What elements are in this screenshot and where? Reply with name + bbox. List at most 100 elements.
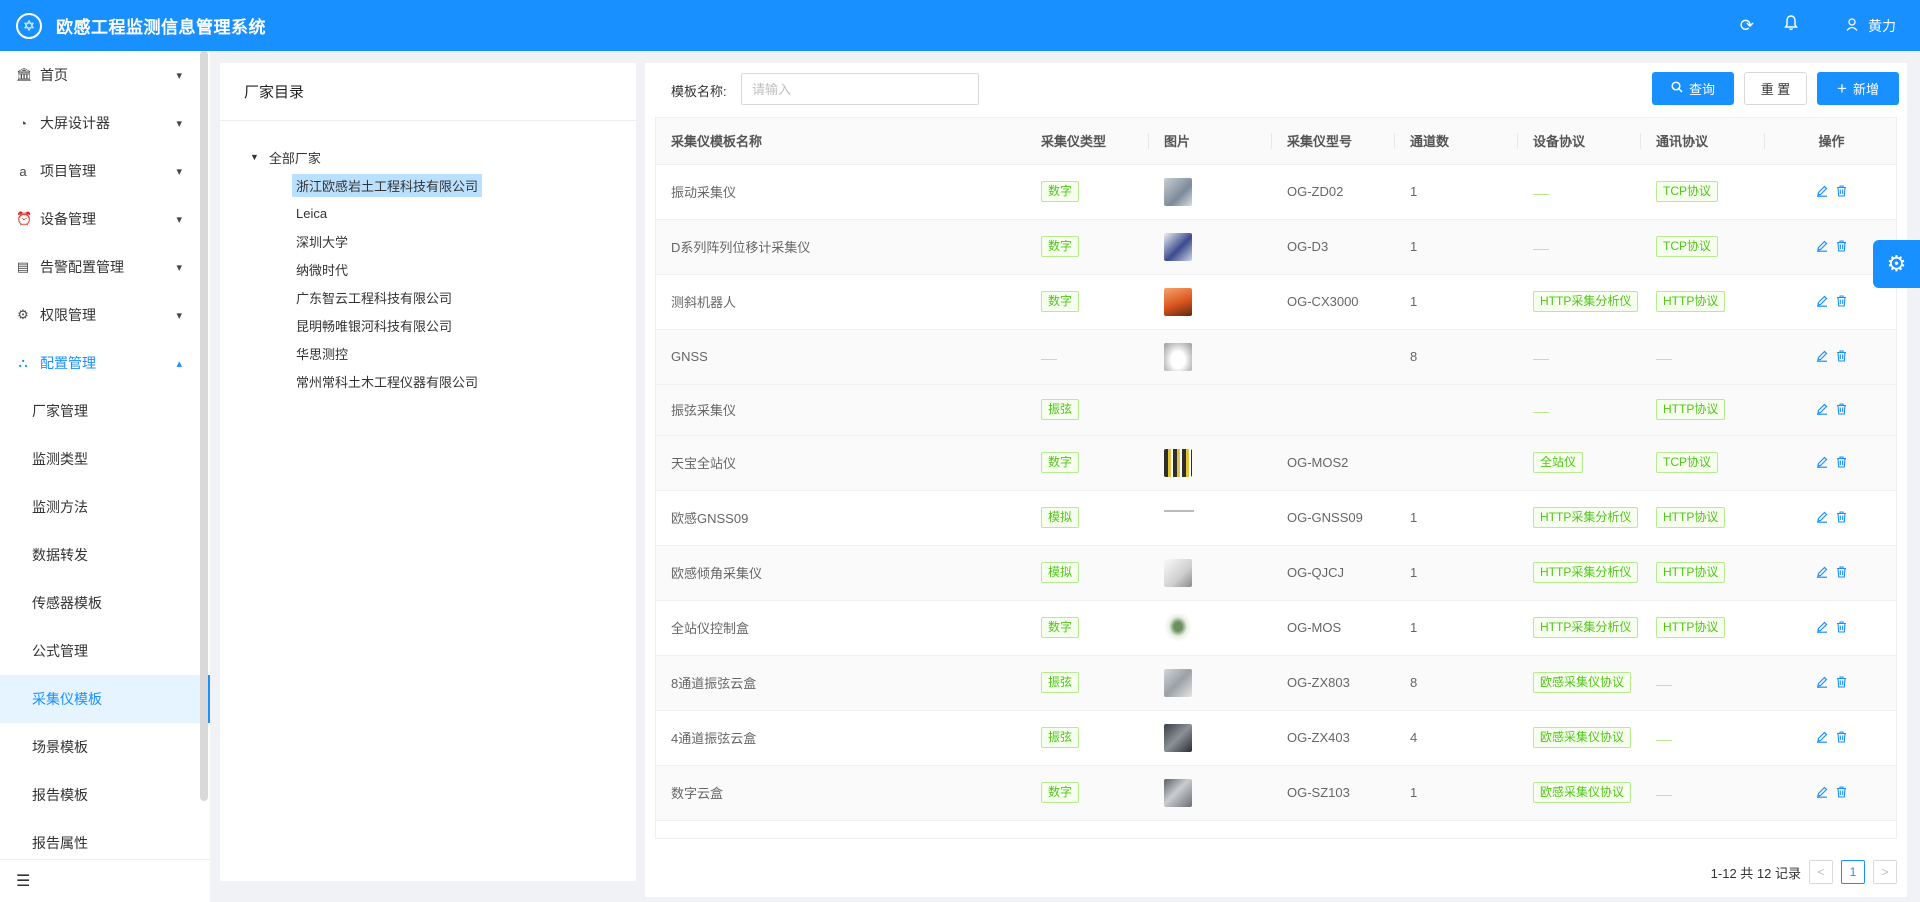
menu-item-permission[interactable]: ⚙ 权限管理 ▾ — [0, 291, 210, 339]
device-thumbnail[interactable] — [1164, 668, 1192, 697]
edit-icon[interactable] — [1816, 294, 1828, 310]
menu-fold-icon[interactable]: ☰ — [0, 859, 210, 902]
bell-icon[interactable] — [1784, 15, 1798, 36]
edit-icon[interactable] — [1816, 402, 1828, 418]
settings-gear-icon[interactable]: ⚙ — [1873, 240, 1920, 288]
edit-icon[interactable] — [1816, 785, 1828, 801]
sidebar-item-sensor-template[interactable]: 传感器模板 — [0, 579, 210, 627]
tree-node[interactable]: 浙江欧感岩土工程科技有限公司 — [250, 171, 636, 199]
delete-icon[interactable] — [1836, 785, 1847, 801]
tree-node[interactable]: 广东智云工程科技有限公司 — [250, 283, 636, 311]
table-row[interactable]: 全站仪控制盒 数字 OG-MOS 1 HTTP采集分析仪 HTTP协议 — [656, 600, 1896, 656]
table-row[interactable]: 天宝全站仪 数字 OG-MOS2 全站仪 TCP协议 — [656, 435, 1896, 491]
tree-node[interactable]: 华思测控 — [250, 339, 636, 367]
device-thumbnail[interactable] — [1164, 723, 1192, 752]
sidebar-item-formula[interactable]: 公式管理 — [0, 627, 210, 675]
table-cell — [1149, 600, 1272, 656]
table-row[interactable]: 4通道振弦云盒 振弦 OG-ZX403 4 欧感采集仪协议 — [656, 710, 1896, 766]
table-row[interactable]: 测斜机器人 数字 OG-CX3000 1 HTTP采集分析仪 HTTP协议 — [656, 274, 1896, 330]
table-row[interactable]: 振弦采集仪 振弦 HTTP协议 — [656, 384, 1896, 436]
next-page-button[interactable]: > — [1873, 860, 1897, 884]
device-thumbnail[interactable] — [1164, 342, 1192, 371]
menu-item-config[interactable]: ⛬ 配置管理 ▴ — [0, 339, 210, 387]
device-thumbnail[interactable] — [1164, 613, 1192, 642]
query-button[interactable]: 查询 — [1652, 72, 1734, 105]
edit-icon[interactable] — [1816, 675, 1828, 691]
edit-icon[interactable] — [1816, 510, 1828, 526]
delete-icon[interactable] — [1836, 239, 1847, 255]
device-thumbnail[interactable] — [1164, 509, 1194, 512]
sidebar-item-report-attribute[interactable]: 报告属性 — [0, 819, 210, 859]
status-tag: 数字 — [1041, 617, 1080, 638]
menu-item-screen-designer[interactable]: ◔ 大屏设计器 ▾ — [0, 99, 210, 147]
caret-down-icon[interactable]: ▼ — [250, 152, 259, 162]
cell-text: 欧感倾角采集仪 — [671, 566, 763, 581]
tree-node[interactable]: Leica — [250, 199, 636, 227]
table-row[interactable]: 数字云盒 数字 OG-SZ103 1 欧感采集仪协议 — [656, 765, 1896, 821]
sidebar-item-monitor-type[interactable]: 监测类型 — [0, 435, 210, 483]
status-tag: HTTP协议 — [1656, 507, 1726, 528]
delete-icon[interactable] — [1836, 349, 1847, 365]
delete-icon[interactable] — [1836, 184, 1847, 200]
device-thumbnail[interactable] — [1164, 558, 1192, 587]
tree-node[interactable]: 常州常科土木工程仪器有限公司 — [250, 367, 636, 395]
device-thumbnail[interactable] — [1164, 287, 1192, 316]
sidebar-item-report-template[interactable]: 报告模板 — [0, 771, 210, 819]
table-cell: 全站仪 — [1518, 435, 1641, 491]
delete-icon[interactable] — [1836, 402, 1847, 418]
device-thumbnail[interactable] — [1164, 448, 1192, 477]
search-label: 模板名称: — [671, 84, 727, 99]
cell-text: 1 — [1410, 620, 1418, 635]
device-thumbnail[interactable] — [1164, 778, 1192, 807]
menu-item-alert-config[interactable]: ▤ 告警配置管理 ▾ — [0, 243, 210, 291]
edit-icon[interactable] — [1816, 565, 1828, 581]
tree-node[interactable]: 昆明畅唯银河科技有限公司 — [250, 311, 636, 339]
tree-node[interactable]: 纳微时代 — [250, 255, 636, 283]
add-button[interactable]: + 新增 — [1817, 72, 1899, 105]
reset-button[interactable]: 重 置 — [1744, 72, 1807, 105]
dashboard-icon: ◔ — [19, 115, 27, 131]
edit-icon[interactable] — [1816, 455, 1828, 471]
edit-icon[interactable] — [1816, 184, 1828, 200]
tree-root[interactable]: ▼ 全部厂家 — [250, 143, 636, 171]
prev-page-button[interactable]: < — [1809, 860, 1833, 884]
tree-node[interactable]: 深圳大学 — [250, 227, 636, 255]
table-row[interactable]: 欧感倾角采集仪 模拟 OG-QJCJ 1 HTTP采集分析仪 HTTP协议 — [656, 545, 1896, 601]
user-menu[interactable]: 黄力 — [1846, 16, 1896, 36]
delete-icon[interactable] — [1836, 620, 1847, 636]
menu-item-project[interactable]: a 项目管理 ▾ — [0, 147, 210, 195]
refresh-icon[interactable]: ⟳ — [1740, 16, 1754, 36]
table-cell — [1518, 384, 1641, 436]
delete-icon[interactable] — [1836, 294, 1847, 310]
delete-icon[interactable] — [1836, 730, 1847, 746]
menu-item-home[interactable]: 🏛 首页 ▾ — [0, 51, 210, 99]
table-row[interactable]: 欧感GNSS09 模拟 OG-GNSS09 1 HTTP采集分析仪 HTTP协议 — [656, 490, 1896, 546]
sidebar-item-manufacturer[interactable]: 厂家管理 — [0, 387, 210, 435]
delete-icon[interactable] — [1836, 675, 1847, 691]
table-row[interactable]: GNSS 8 — [656, 329, 1896, 385]
table-cell — [1765, 490, 1896, 546]
table-row[interactable]: D系列阵列位移计采集仪 数字 OG-D3 1 TCP协议 — [656, 219, 1896, 275]
menu-item-device[interactable]: ⏰ 设备管理 ▾ — [0, 195, 210, 243]
table-row[interactable]: 振动采集仪 数字 OG-ZD02 1 TCP协议 — [656, 164, 1896, 220]
sidebar-item-monitor-method[interactable]: 监测方法 — [0, 483, 210, 531]
edit-icon[interactable] — [1816, 349, 1828, 365]
sidebar-item-scene-template[interactable]: 场景模板 — [0, 723, 210, 771]
sidebar-item-data-forward[interactable]: 数据转发 — [0, 531, 210, 579]
edit-icon[interactable] — [1816, 620, 1828, 636]
sidebar-item-collector-template[interactable]: 采集仪模板 — [0, 675, 210, 723]
device-thumbnail[interactable] — [1164, 177, 1192, 206]
edit-icon[interactable] — [1816, 730, 1828, 746]
template-name-input[interactable] — [741, 73, 979, 105]
delete-icon[interactable] — [1836, 510, 1847, 526]
cell-text: 1 — [1410, 184, 1418, 199]
table-row[interactable]: 8通道振弦云盒 振弦 OG-ZX803 8 欧感采集仪协议 — [656, 655, 1896, 711]
delete-icon[interactable] — [1836, 565, 1847, 581]
device-thumbnail[interactable] — [1164, 232, 1192, 261]
chevron-down-icon: ▾ — [176, 165, 182, 178]
bank-icon: 🏛 — [16, 67, 33, 82]
sidebar-scrollbar[interactable] — [200, 51, 208, 801]
page-button[interactable]: 1 — [1841, 860, 1865, 884]
delete-icon[interactable] — [1836, 455, 1847, 471]
edit-icon[interactable] — [1816, 239, 1828, 255]
